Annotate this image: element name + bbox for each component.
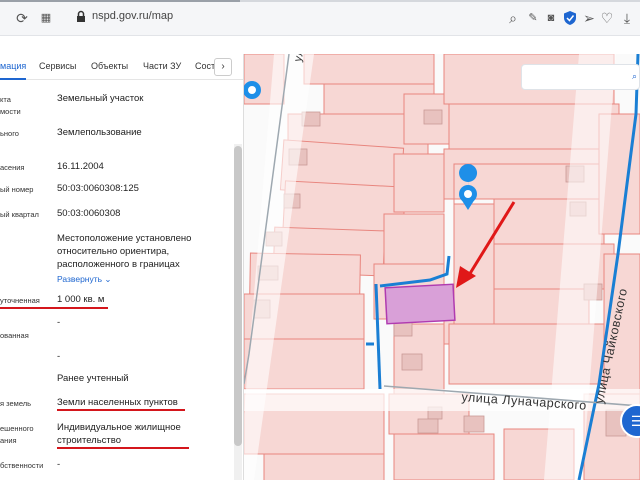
value-declared: - <box>57 317 61 328</box>
shield-icon[interactable] <box>560 8 580 28</box>
map-canvas[interactable] <box>244 54 640 480</box>
highlight-underline-category <box>57 409 185 411</box>
value-kind: Землепользование <box>57 127 142 138</box>
reload-icon[interactable]: ⟳ <box>12 8 32 28</box>
row-label-date: асения <box>0 163 25 172</box>
value-location-2: относительно ориентира, <box>57 246 170 257</box>
value-cadastral-number: 50:03:0060308:125 <box>57 183 139 194</box>
heart-icon[interactable]: ♡ <box>597 8 617 28</box>
value-date: 16.11.2004 <box>57 161 104 172</box>
expand-link[interactable]: Развернуть ⌄ <box>57 274 112 285</box>
row-label-cadastral-block: ый квартал <box>0 210 39 219</box>
tab-strip-line <box>0 0 640 2</box>
tab-information[interactable]: мация <box>0 61 26 71</box>
value-location-1: Местоположение установлено <box>57 233 192 244</box>
highlight-underline-use <box>57 447 189 449</box>
cadastral-map[interactable]: ⌕ ули улица Луначарского улица Чайковско… <box>244 54 640 480</box>
edit-icon[interactable]: ✎ <box>523 8 543 28</box>
row-label-land-category: я земель <box>0 399 32 408</box>
value-permitted-use-2: строительство <box>57 435 122 446</box>
value-area: 1 000 кв. м <box>57 294 105 305</box>
selected-parcel <box>384 283 456 325</box>
highlight-underline-area <box>0 307 108 309</box>
camera-icon[interactable]: ◙ <box>541 8 561 28</box>
tabs-grid-icon[interactable]: ▦ <box>36 8 56 28</box>
lock-icon <box>77 10 85 22</box>
panel-scrollbar-thumb[interactable] <box>234 146 242 446</box>
tab-parcel-parts[interactable]: Части ЗУ <box>143 61 181 71</box>
value-ownership: - <box>57 459 61 470</box>
row-label-permitted-use: ешенного <box>0 424 34 433</box>
row-label-kind: ьного <box>0 129 19 138</box>
search-icon[interactable]: ⌕ <box>632 71 637 82</box>
value-status: Ранее учтенный <box>57 373 129 384</box>
tab-composition[interactable]: Сост <box>195 61 215 71</box>
active-tab-indicator <box>0 78 26 80</box>
zoom-icon[interactable]: ⌕ <box>503 8 523 28</box>
row-label-declared: ованная <box>0 331 29 340</box>
download-icon[interactable]: ⤓ <box>617 8 637 28</box>
row-label-object-type: кта <box>0 95 11 104</box>
row-label-area: уточненная <box>0 296 40 305</box>
tab-objects[interactable]: Объекты <box>91 61 128 71</box>
send-icon[interactable]: ➢ <box>579 8 599 28</box>
value-empty: - <box>57 351 61 362</box>
value-land-category: Земли населенных пунктов <box>57 397 178 408</box>
tab-services[interactable]: Сервисы <box>39 61 76 71</box>
address-bar[interactable]: nspd.gov.ru/map <box>92 10 173 22</box>
map-search-box[interactable]: ⌕ <box>521 64 640 90</box>
row-label-ownership: бственности <box>0 461 44 470</box>
value-object-type: Земельный участок <box>57 93 144 104</box>
row-label-cadastral-number: ый номер <box>0 185 34 194</box>
panel-tabs: мация Сервисы Объекты Части ЗУ Сост › <box>0 54 243 80</box>
value-cadastral-block: 50:03:0060308 <box>57 208 121 219</box>
browser-toolbar: ⟳ ▦ nspd.gov.ru/map ⌕ ✎ ◙ ➢ ♡ ⤓ <box>0 0 640 36</box>
row-label-object-type-2: мости <box>0 107 21 116</box>
value-permitted-use-1: Индивидуальное жилищное <box>57 422 181 433</box>
row-label-permitted-use-2: ания <box>0 436 17 445</box>
value-location-3: расположенного в границах <box>57 259 180 270</box>
tabs-next-button[interactable]: › <box>214 58 232 76</box>
info-panel: мация Сервисы Объекты Части ЗУ Сост › кт… <box>0 54 244 480</box>
